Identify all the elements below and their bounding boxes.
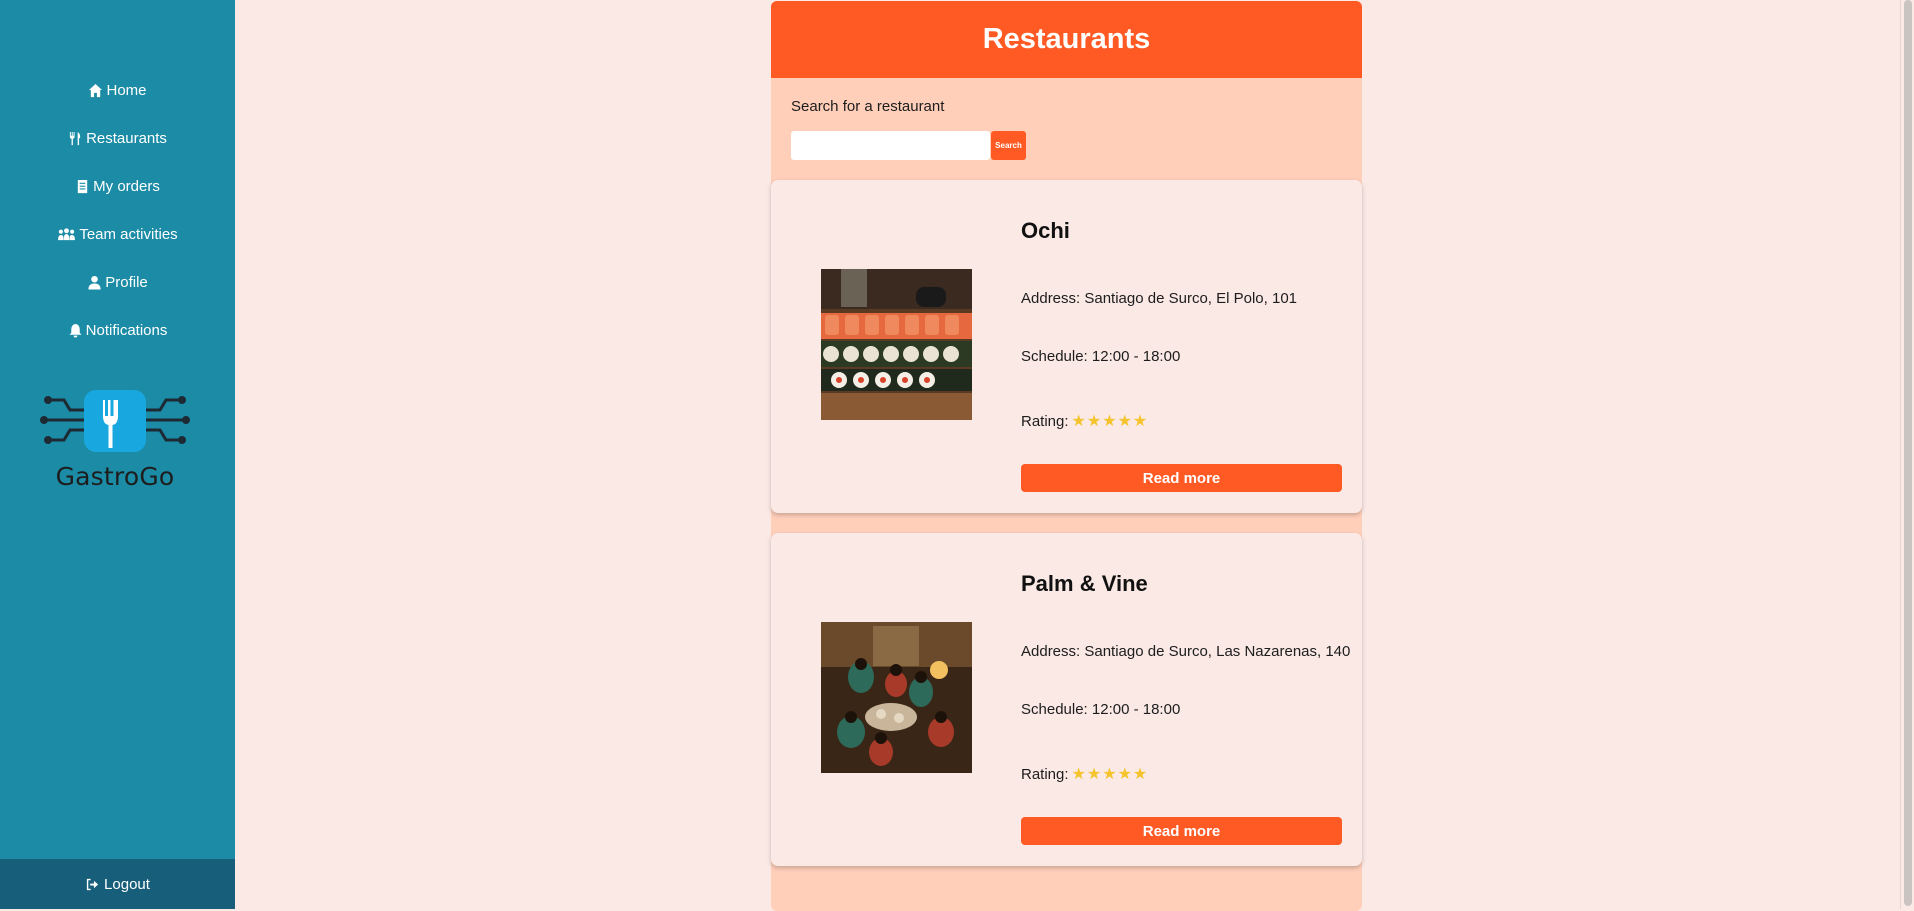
sidebar: Home Restaurants My orders Team activiti… [0,0,235,909]
sidebar-item-label: Profile [105,273,148,291]
logout-label: Logout [104,875,150,893]
sidebar-item-label: Notifications [85,321,168,339]
restaurant-schedule: Schedule: 12:00 - 18:00 [1021,348,1181,365]
read-more-button[interactable]: Read more [1021,817,1342,845]
home-icon [89,83,103,97]
restaurant-address: Address: Santiago de Surco, El Polo, 101 [1021,290,1298,307]
restaurant-address: Address: Santiago de Surco, Las Nazarena… [1021,643,1351,660]
restaurant-photo-sushi [821,269,972,420]
rating-label: Rating: [1021,413,1069,430]
scrollbar-thumb[interactable] [1904,0,1912,906]
sidebar-item-profile[interactable]: Profile [0,258,235,306]
restaurant-name: Palm & Vine [1021,571,1148,596]
sidebar-item-my-orders[interactable]: My orders [0,162,235,210]
sidebar-item-label: Home [106,81,147,99]
search-input[interactable] [791,131,990,160]
sidebar-item-restaurants[interactable]: Restaurants [0,114,235,162]
restaurant-rating: Rating: ★★★★★ [1021,411,1148,431]
logout-icon [86,878,99,890]
restaurant-name: Ochi [1021,218,1070,243]
logo-text: GastroGo [55,462,175,491]
restaurant-card: Ochi Address: Santiago de Surco, El Polo… [771,180,1362,513]
rating-label: Rating: [1021,766,1069,783]
page-scrollbar[interactable] [1900,0,1914,909]
page-title: Restaurants [982,23,1151,55]
sidebar-item-notifications[interactable]: Notifications [0,306,235,354]
search-label: Search for a restaurant [791,98,945,115]
sidebar-item-label: Team activities [79,225,178,243]
read-more-button[interactable]: Read more [1021,464,1342,492]
sidebar-item-team-activities[interactable]: Team activities [0,210,235,258]
sidebar-item-home[interactable]: Home [0,66,235,114]
fork-circuit-logo-icon [40,390,190,452]
panel-header: Restaurants [771,1,1362,78]
sidebar-item-label: My orders [93,177,160,195]
restaurant-schedule: Schedule: 12:00 - 18:00 [1021,701,1181,718]
restaurants-panel: Restaurants Search for a restaurant Sear… [771,1,1362,911]
user-icon [88,275,101,290]
receipt-icon [77,179,88,193]
rating-stars: ★★★★★ [1071,413,1149,430]
logout-button[interactable]: Logout [0,859,235,909]
search-button[interactable]: Search [991,131,1026,160]
sidebar-nav: Home Restaurants My orders Team activiti… [0,0,235,354]
restaurant-photo-dining [821,622,972,773]
bell-icon [69,323,82,338]
team-icon [58,227,76,240]
restaurant-card: Palm & Vine Address: Santiago de Surco, … [771,533,1362,866]
sidebar-item-label: Restaurants [86,129,167,147]
gastrogo-logo: GastroGo [40,386,190,496]
rating-stars: ★★★★★ [1071,766,1149,783]
restaurant-rating: Rating: ★★★★★ [1021,764,1148,784]
utensils-icon [69,131,81,145]
